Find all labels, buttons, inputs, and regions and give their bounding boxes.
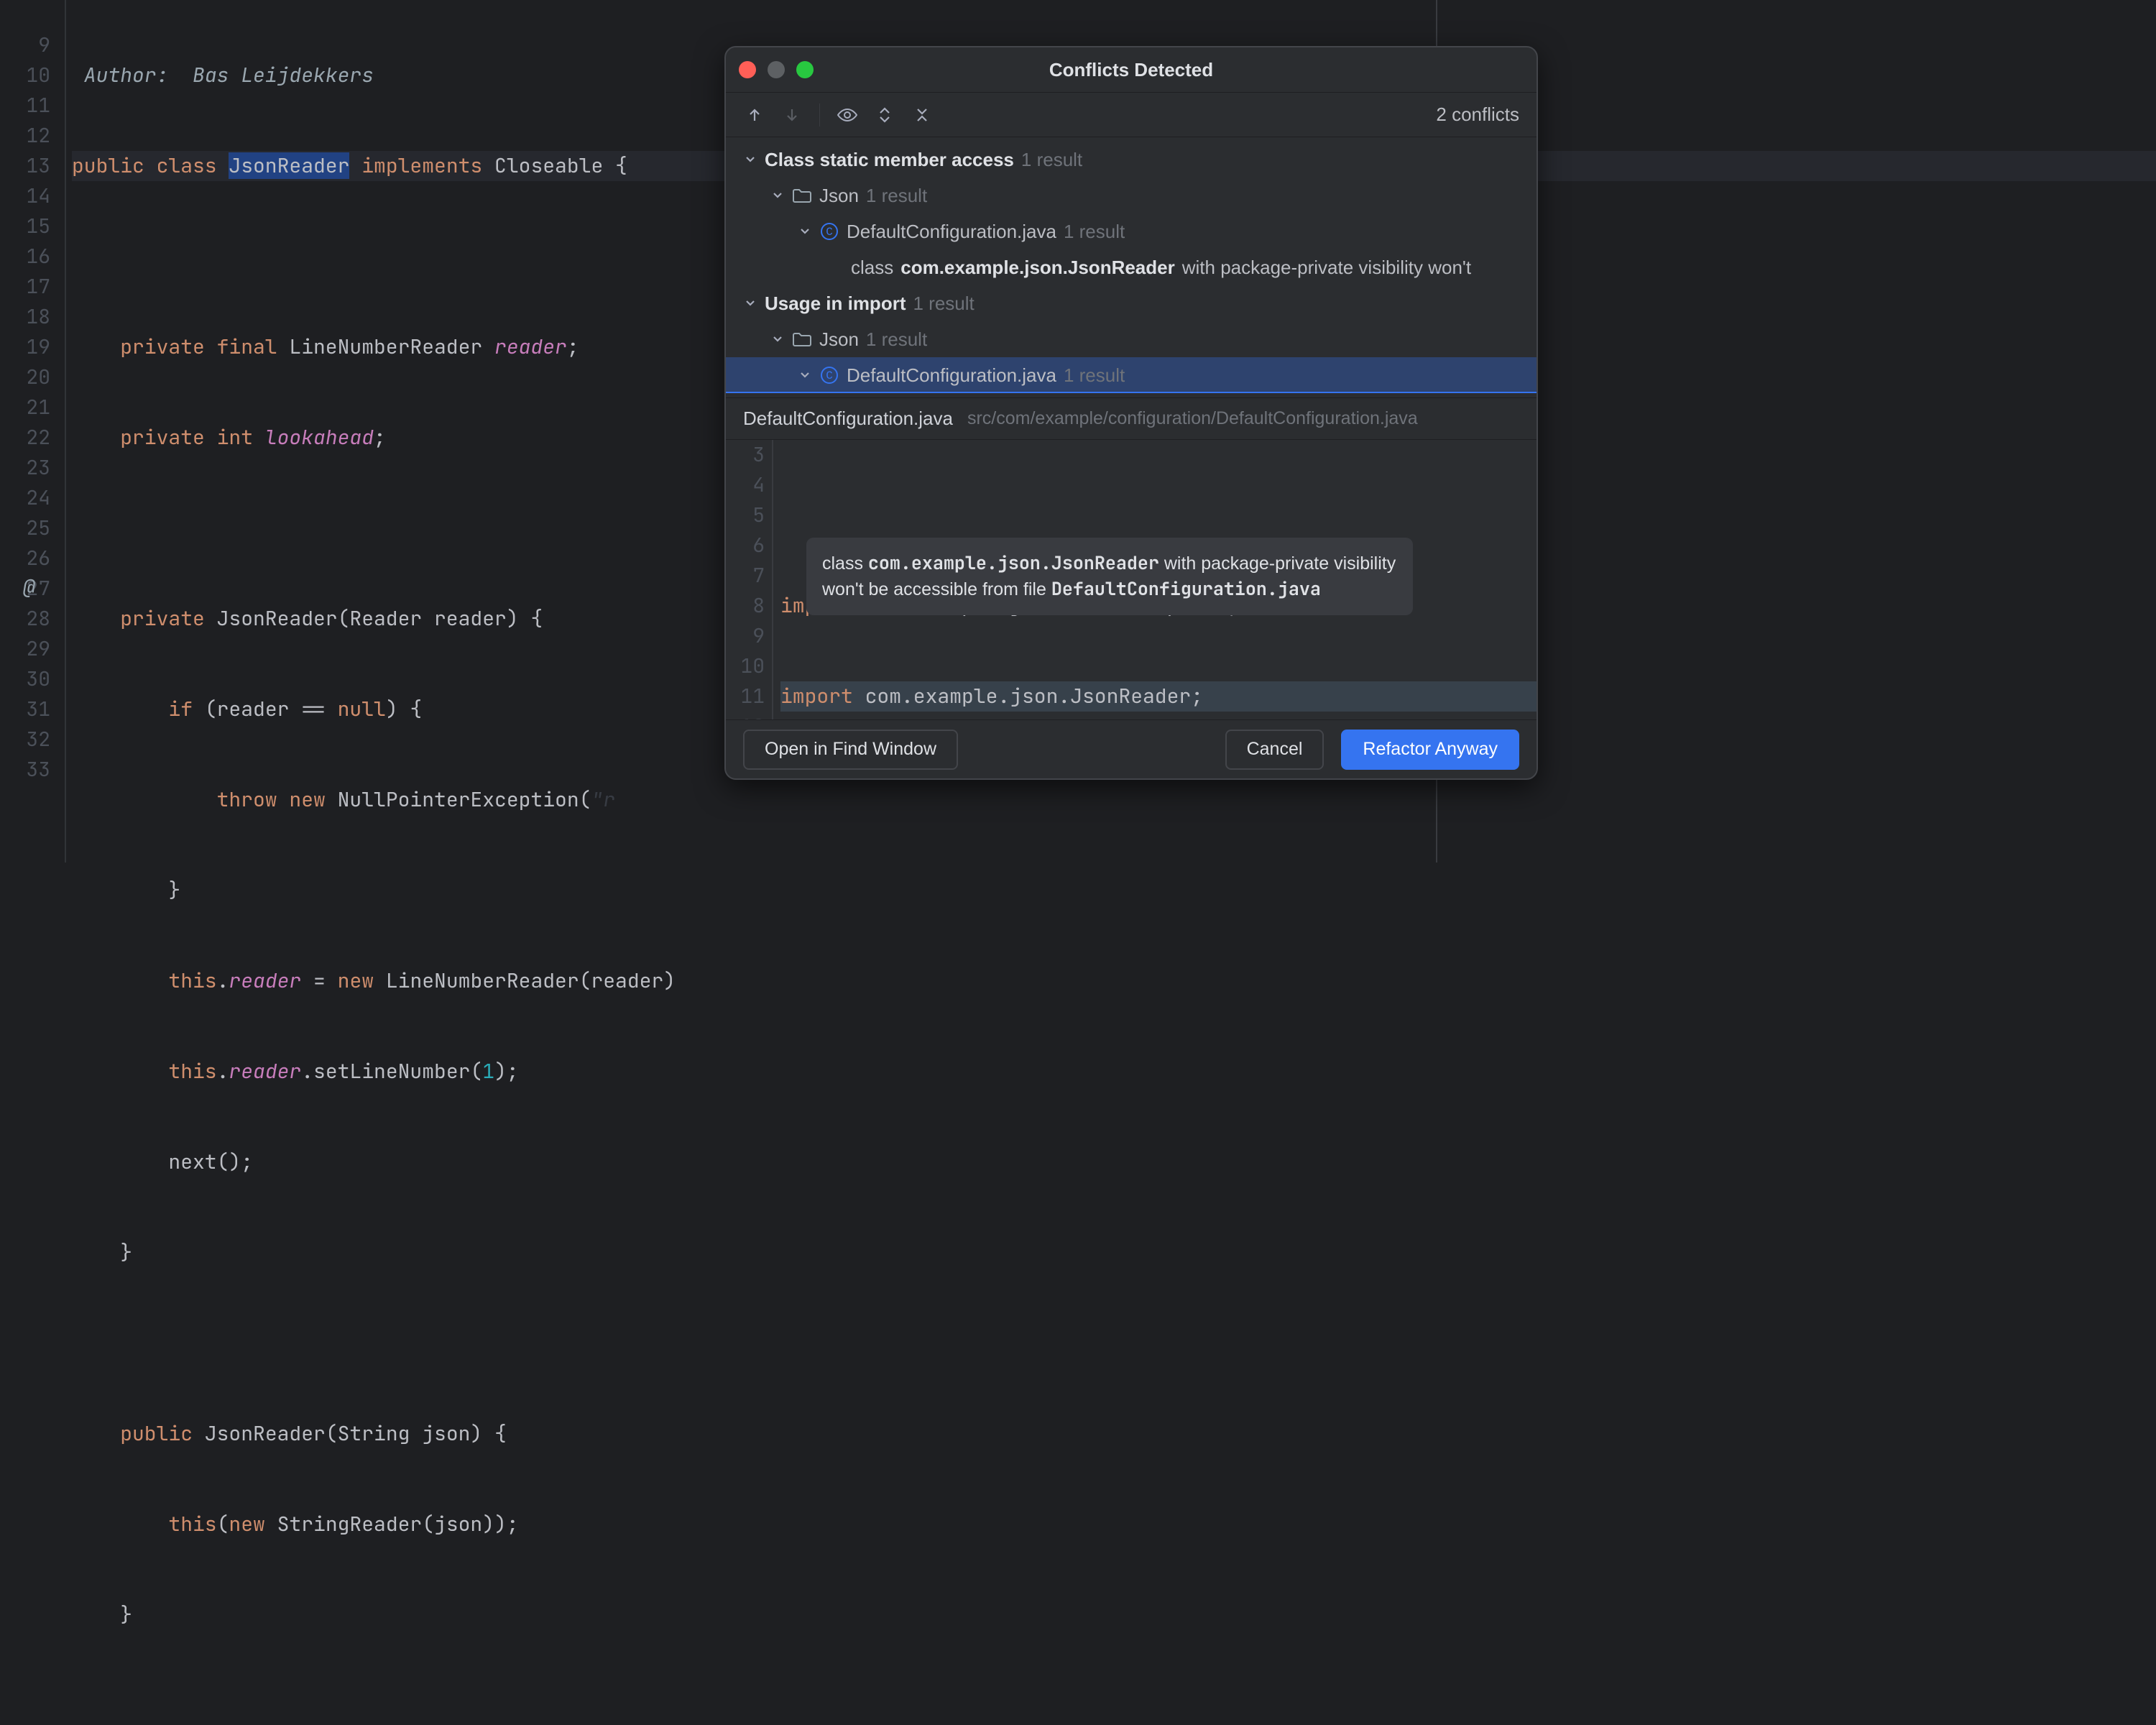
dialog-title: Conflicts Detected [1049, 59, 1213, 81]
class-icon: C [819, 365, 839, 385]
result-count: 1 result [866, 185, 927, 207]
file-name: DefaultConfiguration.java [847, 364, 1056, 387]
next-occurrence-icon[interactable] [780, 104, 803, 126]
dialog-footer: Open in Find Window Cancel Refactor Anyw… [726, 719, 1537, 778]
conflicts-tree[interactable]: Class static member access 1 result Json… [726, 137, 1537, 397]
tree-item[interactable]: Json 1 result [726, 178, 1537, 213]
folder-icon [792, 185, 812, 206]
author-annotation: Author: Bas Leijdekkers [84, 62, 374, 88]
svg-text:C: C [826, 369, 833, 382]
folder-icon [792, 329, 812, 349]
preview-icon[interactable] [836, 104, 859, 126]
chevron-down-icon[interactable] [798, 368, 812, 382]
tree-group[interactable]: Usage in import 1 result [726, 285, 1537, 321]
open-find-window-button[interactable]: Open in Find Window [743, 730, 958, 770]
editor-gutter: 9 101112 131415 161718 192021 222324 252… [0, 0, 65, 862]
conflict-tooltip: class com.example.json.JsonReader with p… [806, 538, 1413, 615]
chevron-down-icon[interactable] [743, 296, 757, 310]
chevron-down-icon[interactable] [798, 224, 812, 239]
minimize-window-icon[interactable] [768, 61, 785, 78]
zoom-window-icon[interactable] [796, 61, 814, 78]
tree-leaf[interactable]: class com.example.json.JsonReader with p… [726, 249, 1537, 285]
line-number: 9 [0, 30, 50, 60]
annotation-marker-icon[interactable]: @ [23, 574, 35, 600]
module-name: Json [819, 328, 859, 351]
prev-occurrence-icon[interactable] [743, 104, 766, 126]
preview-header: DefaultConfiguration.java src/com/exampl… [726, 397, 1537, 439]
tree-item-selected[interactable]: C DefaultConfiguration.java 1 result [726, 357, 1537, 393]
result-count: 1 result [1064, 221, 1125, 243]
result-count: 1 result [1064, 364, 1125, 387]
expand-all-icon[interactable] [873, 104, 896, 126]
svg-text:C: C [826, 226, 833, 239]
refactor-anyway-button[interactable]: Refactor Anyway [1341, 730, 1519, 770]
result-count: 1 result [866, 328, 927, 351]
result-count: 1 result [1021, 149, 1082, 171]
preview-file-name: DefaultConfiguration.java [743, 408, 953, 430]
chevron-down-icon[interactable] [743, 152, 757, 167]
conflict-count: 2 conflicts [1436, 104, 1519, 126]
dialog-titlebar[interactable]: Conflicts Detected [726, 47, 1537, 92]
dialog-toolbar: 2 conflicts [726, 92, 1537, 137]
conflicts-dialog: Conflicts Detected 2 conflicts Class sta… [724, 46, 1538, 780]
tree-group[interactable]: Class static member access 1 result [726, 142, 1537, 178]
preview-gutter: 3456789101112 [726, 440, 772, 719]
tree-group-title: Class static member access [765, 149, 1014, 171]
chevron-down-icon[interactable] [770, 332, 785, 346]
class-icon: C [819, 221, 839, 242]
tree-item[interactable]: C DefaultConfiguration.java 1 result [726, 213, 1537, 249]
preview-editor[interactable]: 3456789101112 import com.example.json.Js… [726, 439, 1537, 719]
line-number [0, 0, 50, 30]
tree-item[interactable]: Json 1 result [726, 321, 1537, 357]
preview-file-path: src/com/example/configuration/DefaultCon… [967, 408, 1418, 429]
window-controls [739, 61, 814, 78]
file-name: DefaultConfiguration.java [847, 221, 1056, 243]
collapse-all-icon[interactable] [911, 104, 934, 126]
chevron-down-icon[interactable] [770, 188, 785, 203]
close-window-icon[interactable] [739, 61, 756, 78]
tree-group-title: Usage in import [765, 293, 906, 315]
module-name: Json [819, 185, 859, 207]
cancel-button[interactable]: Cancel [1225, 730, 1325, 770]
result-count: 1 result [913, 293, 974, 315]
